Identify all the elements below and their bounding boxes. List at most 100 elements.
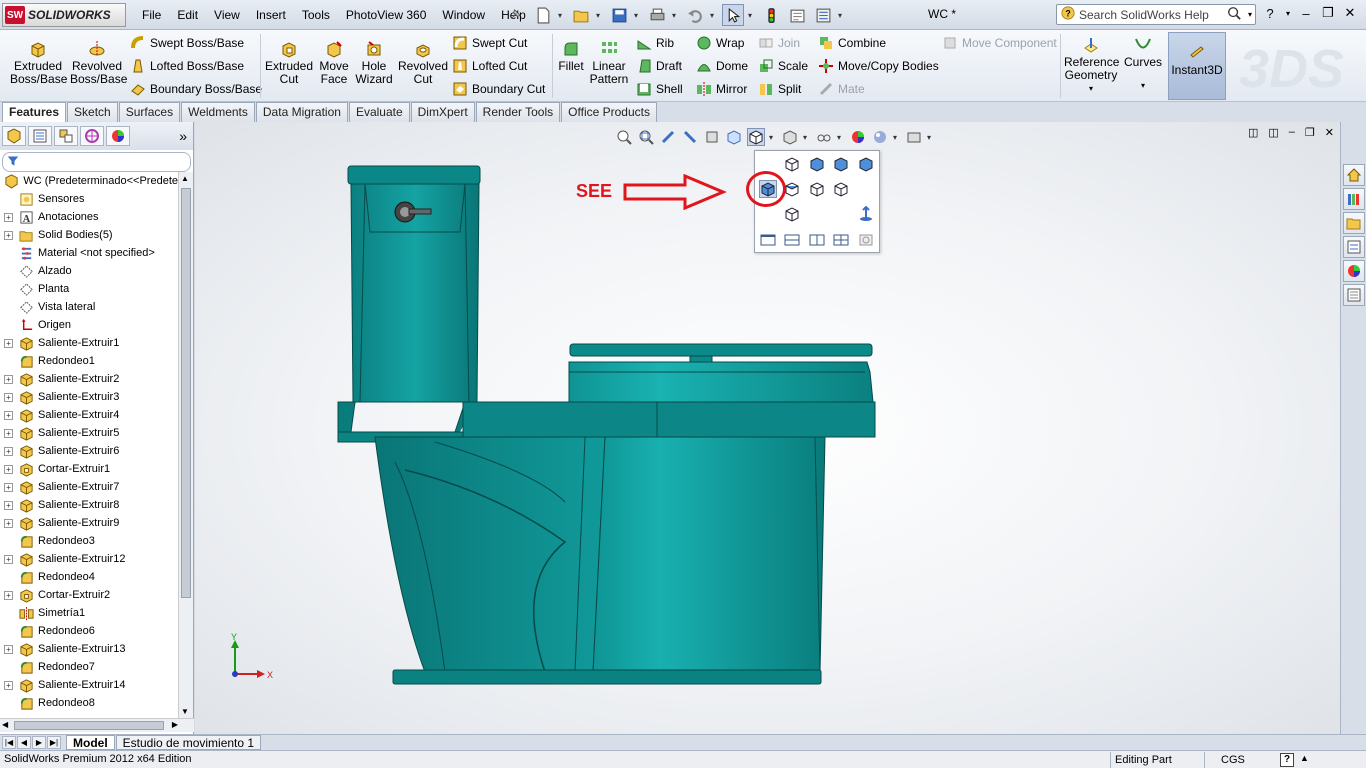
tree-item[interactable]: Material <not specified> [0, 244, 178, 262]
view-palette-icon[interactable] [1343, 236, 1365, 258]
tab-render-tools[interactable]: Render Tools [475, 102, 561, 122]
expand-icon[interactable]: + [4, 230, 13, 240]
file-explorer-icon[interactable] [1343, 212, 1365, 234]
units-selector[interactable]: CGS [1204, 752, 1274, 768]
new-document-icon[interactable] [532, 4, 554, 26]
curves-dropdown-icon[interactable]: ▾ [1124, 79, 1162, 92]
viewport-tile-right-icon[interactable]: ◫ [1268, 126, 1278, 139]
close-icon[interactable]: ✕ [1342, 5, 1358, 21]
tree-item[interactable]: Redondeo3 [0, 532, 178, 550]
dynamic-annotation-icon[interactable] [703, 128, 721, 146]
instant3d-button[interactable]: Instant3D [1168, 32, 1226, 100]
revolved-boss-button[interactable]: Revolved Boss/Base [70, 40, 127, 86]
linear-pattern-button[interactable]: Linear Pattern [588, 40, 630, 86]
swept-boss-button[interactable]: Swept Boss/Base [130, 33, 244, 53]
scroll-left-icon[interactable]: ◀ [2, 720, 8, 729]
expand-icon[interactable]: + [4, 500, 13, 510]
apply-scene-dropdown-icon[interactable]: ▾ [893, 133, 901, 142]
reference-geometry-button[interactable]: Reference Geometry ▾ [1064, 36, 1119, 95]
tree-horizontal-scrollbar[interactable]: ◀ ▶ [0, 718, 194, 732]
tree-item[interactable]: Redondeo7 [0, 658, 178, 676]
expand-icon[interactable]: + [4, 446, 13, 456]
tab-model[interactable]: Model [66, 735, 115, 750]
hide-show-dropdown-icon[interactable]: ▾ [837, 133, 845, 142]
tree-item[interactable]: Planta [0, 280, 178, 298]
tree-item[interactable]: + A Anotaciones [0, 208, 178, 226]
tab-evaluate[interactable]: Evaluate [348, 102, 410, 122]
quick-tips-help-icon[interactable]: ? [1280, 753, 1294, 767]
menu-insert[interactable]: Insert [248, 7, 294, 23]
cube-icon[interactable] [725, 128, 743, 146]
lofted-cut-button[interactable]: Lofted Cut [452, 56, 527, 76]
help-menu-icon[interactable]: ? [1262, 6, 1278, 21]
combine-button[interactable]: Combine [818, 33, 886, 53]
first-tab-icon[interactable]: |◀ [2, 736, 16, 749]
boundary-cut-button[interactable]: Boundary Cut [452, 79, 545, 99]
fillet-button[interactable]: Fillet [556, 40, 586, 73]
file-properties-icon[interactable] [786, 4, 808, 26]
tree-item[interactable]: Redondeo8 [0, 694, 178, 712]
draft-button[interactable]: Draft [636, 56, 682, 76]
scroll-down-icon[interactable]: ▼ [181, 707, 189, 716]
extruded-cut-button[interactable]: Extruded Cut [264, 40, 314, 86]
split-button[interactable]: Split [758, 79, 801, 99]
rebuild-icon[interactable] [760, 4, 782, 26]
viewport-minimize-icon[interactable]: – [1289, 126, 1295, 139]
dimxpert-manager-icon[interactable] [80, 126, 104, 146]
menu-edit[interactable]: Edit [169, 7, 206, 23]
menu-tools[interactable]: Tools [294, 7, 338, 23]
tree-item[interactable]: + Saliente-Extruir3 [0, 388, 178, 406]
expand-icon[interactable]: + [4, 644, 13, 654]
tree-item[interactable]: + Saliente-Extruir12 [0, 550, 178, 568]
tree-item[interactable]: Redondeo1 [0, 352, 178, 370]
zoom-to-area-icon[interactable] [637, 128, 655, 146]
scroll-thumb[interactable] [181, 188, 191, 598]
tree-item[interactable]: + Saliente-Extruir8 [0, 496, 178, 514]
display-style-icon[interactable] [781, 128, 799, 146]
prev-tab-icon[interactable]: ◀ [17, 736, 31, 749]
edit-appearance-icon[interactable] [849, 128, 867, 146]
undo-icon[interactable] [684, 4, 706, 26]
tree-item[interactable]: + Saliente-Extruir13 [0, 640, 178, 658]
minimize-icon[interactable]: – [1298, 6, 1314, 21]
tab-features[interactable]: Features [2, 102, 67, 122]
help-search[interactable]: ? Search SolidWorks Help ▾ [1056, 4, 1256, 25]
status-menu-icon[interactable]: ▲ [1300, 753, 1309, 763]
design-library-icon[interactable] [1343, 188, 1365, 210]
save-icon[interactable] [608, 4, 630, 26]
display-style-dropdown-icon[interactable]: ▾ [803, 133, 811, 142]
search-dropdown-icon[interactable]: ▾ [1245, 10, 1255, 19]
custom-properties-icon[interactable] [1343, 284, 1365, 306]
menu-photoview[interactable]: PhotoView 360 [338, 7, 435, 23]
tree-item[interactable]: + Saliente-Extruir1 [0, 334, 178, 352]
menu-view[interactable]: View [206, 7, 248, 23]
swept-cut-button[interactable]: Swept Cut [452, 33, 527, 53]
lofted-boss-button[interactable]: Lofted Boss/Base [130, 56, 244, 76]
hscroll-thumb[interactable] [14, 721, 164, 730]
tab-weldments[interactable]: Weldments [181, 102, 255, 122]
expand-icon[interactable]: + [4, 680, 13, 690]
expand-icon[interactable]: + [4, 464, 13, 474]
appearances-icon[interactable] [1343, 260, 1365, 282]
tab-dimxpert[interactable]: DimXpert [410, 102, 475, 122]
panel-expand-icon[interactable]: » [179, 128, 187, 144]
apply-scene-icon[interactable] [871, 128, 889, 146]
scroll-right-icon[interactable]: ▶ [172, 720, 178, 729]
boundary-boss-button[interactable]: Boundary Boss/Base [130, 79, 262, 99]
search-icon[interactable] [1227, 6, 1241, 23]
tree-item[interactable]: + Saliente-Extruir5 [0, 424, 178, 442]
rib-button[interactable]: Rib [636, 33, 674, 53]
hole-wizard-button[interactable]: Hole Wizard [354, 40, 394, 86]
tree-item[interactable]: Redondeo6 [0, 622, 178, 640]
viewport-restore-icon[interactable]: ❐ [1305, 126, 1315, 139]
tree-item[interactable]: + Saliente-Extruir7 [0, 478, 178, 496]
viewport-close-icon[interactable]: ✕ [1325, 126, 1334, 139]
dome-button[interactable]: Dome [696, 56, 748, 76]
hide-show-items-icon[interactable] [815, 128, 833, 146]
tree-item[interactable]: + Saliente-Extruir4 [0, 406, 178, 424]
select-pointer-icon[interactable] [722, 4, 744, 26]
mirror-button[interactable]: Mirror [696, 79, 747, 99]
expand-icon[interactable]: + [4, 374, 13, 384]
expand-icon[interactable]: + [4, 518, 13, 528]
join-button[interactable]: Join [758, 33, 800, 53]
